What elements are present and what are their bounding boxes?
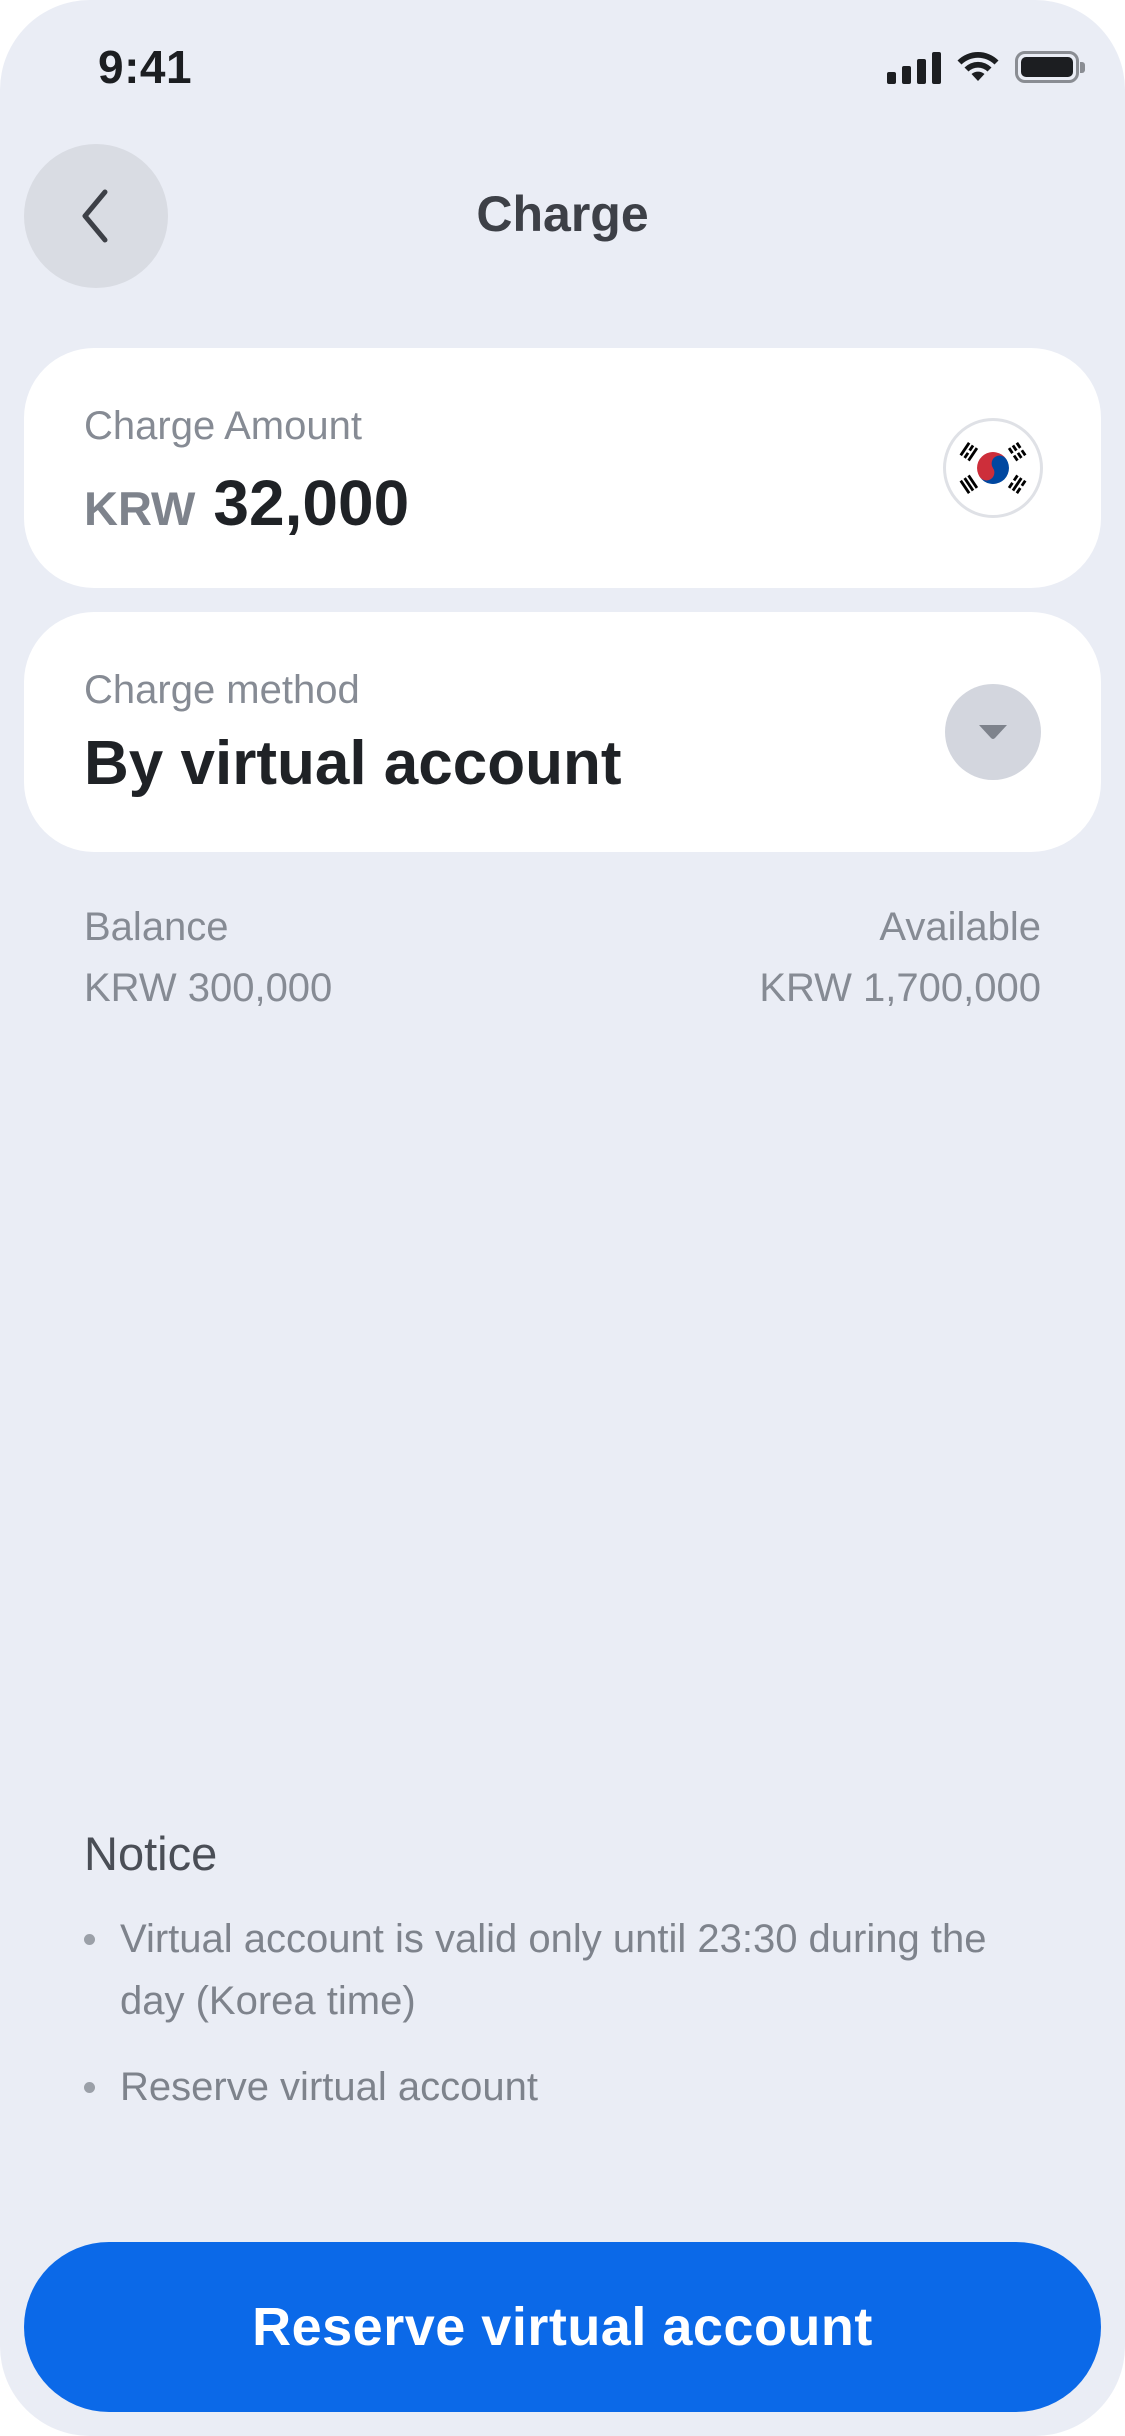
battery-icon bbox=[1015, 51, 1085, 83]
wifi-icon bbox=[957, 52, 999, 81]
status-time: 9:41 bbox=[98, 41, 193, 93]
notice-list: Virtual account is valid only until 23:3… bbox=[84, 1908, 1044, 2142]
charge-amount-value[interactable]: 32,000 bbox=[213, 466, 409, 540]
status-icons bbox=[887, 50, 1085, 84]
charge-method-value: By virtual account bbox=[84, 729, 622, 798]
charge-method-card[interactable]: Charge method By virtual account bbox=[24, 612, 1101, 852]
charge-amount-label: Charge Amount bbox=[84, 404, 362, 448]
phone-screen: 9:41 Charge Charge Amount KRW 32,000 Cha… bbox=[0, 0, 1125, 2436]
balance-value: KRW 300,000 bbox=[84, 966, 333, 1010]
charge-amount-currency: KRW bbox=[84, 482, 196, 535]
charge-method-dropdown-button[interactable] bbox=[945, 684, 1041, 780]
balance-label: Balance bbox=[84, 905, 229, 949]
reserve-virtual-account-button[interactable]: Reserve virtual account bbox=[24, 2242, 1101, 2412]
available-label: Available bbox=[879, 905, 1041, 949]
charge-amount-row: KRW 32,000 bbox=[84, 466, 409, 540]
caret-down-icon bbox=[979, 725, 1007, 739]
page-title: Charge bbox=[476, 186, 649, 242]
available-value: KRW 1,700,000 bbox=[759, 966, 1041, 1010]
notice-item: Reserve virtual account bbox=[84, 2056, 1044, 2118]
notice-title: Notice bbox=[84, 1827, 218, 1880]
notice-item: Virtual account is valid only until 23:3… bbox=[84, 1908, 1044, 2032]
south-korea-flag-icon[interactable] bbox=[943, 418, 1043, 518]
cellular-signal-icon bbox=[887, 50, 941, 84]
charge-amount-card[interactable]: Charge Amount KRW 32,000 bbox=[24, 348, 1101, 588]
charge-method-label: Charge method bbox=[84, 668, 360, 712]
